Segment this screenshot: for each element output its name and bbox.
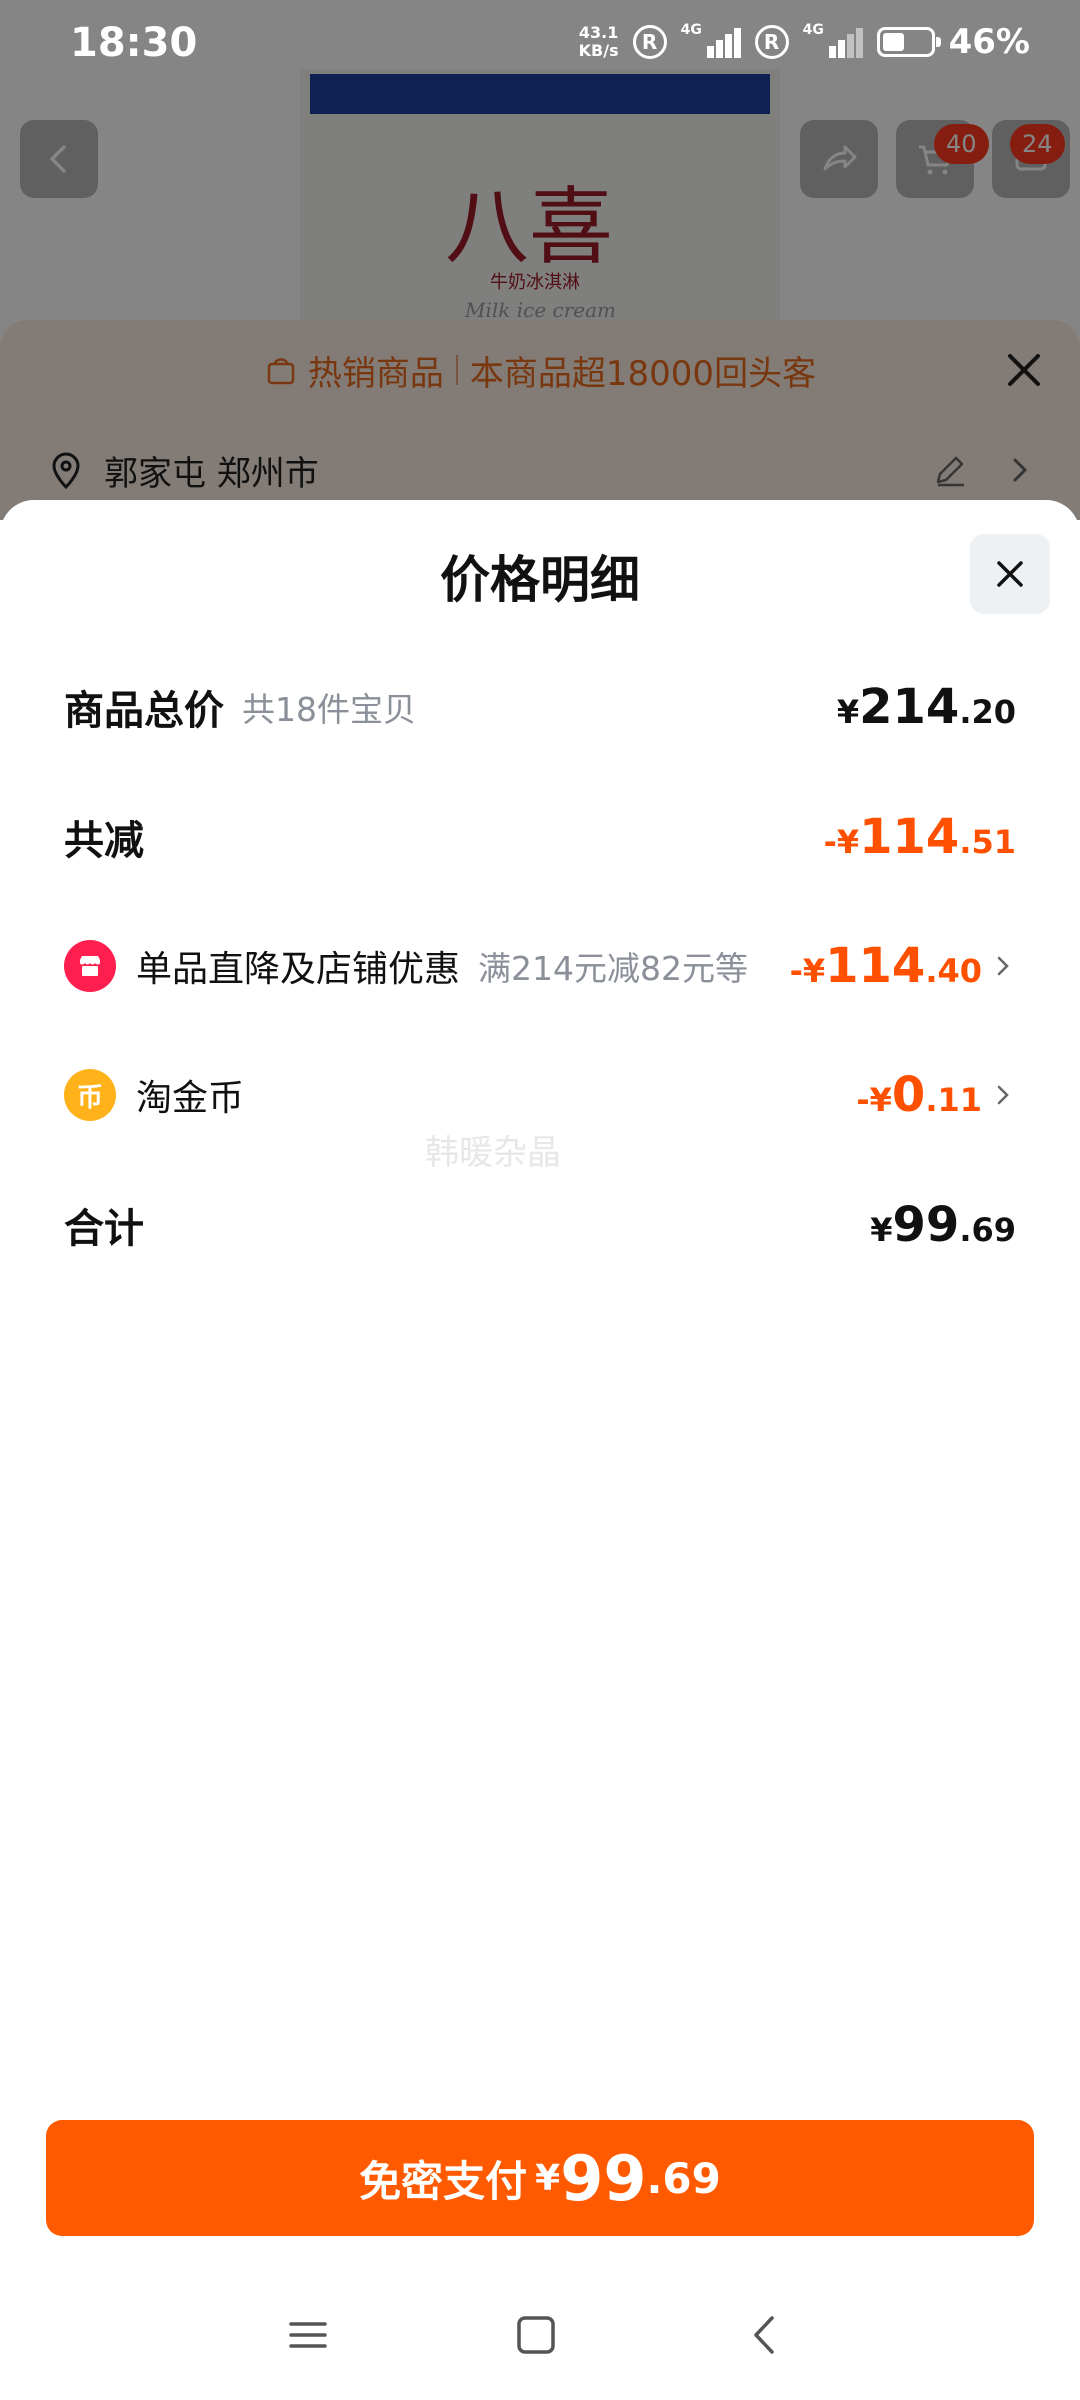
reduction-label: 共减 xyxy=(64,818,144,864)
coins-amount: -¥ 0 .11 xyxy=(856,1067,982,1123)
row-shop-discount[interactable]: 单品直降及店铺优惠 满214元减82元等 -¥ 114 .40 xyxy=(64,926,1016,1006)
sheet-title: 价格明细 xyxy=(440,551,640,609)
price-detail-sheet: 价格明细 商品总价 共18件宝贝 ¥ 214 .20 共减 -¥ 114 .51 xyxy=(0,500,1080,2400)
currency-symbol: ¥ xyxy=(836,693,860,731)
menu-icon[interactable] xyxy=(283,2310,333,2360)
roaming-r-icon: R xyxy=(632,25,667,59)
status-time: 18:30 xyxy=(70,20,198,66)
back-icon[interactable] xyxy=(740,2310,790,2360)
pay-label: 免密支付 xyxy=(359,2156,528,2206)
pay-currency: ¥ xyxy=(535,2157,561,2199)
shop-discount-amount: -¥ 114 .40 xyxy=(790,938,982,994)
chevron-right-icon xyxy=(997,1085,1009,1105)
network-speed-value: 43.1 xyxy=(578,23,619,42)
system-navigation-bar xyxy=(0,2290,1080,2380)
battery-icon xyxy=(876,27,941,57)
roaming-r-icon-2: R xyxy=(754,25,789,59)
status-bar: 18:30 43.1 KB/s R 4G R 4G 46% xyxy=(0,0,1080,90)
network-speed: 43.1 KB/s xyxy=(579,24,619,60)
row-total-price: 商品总价 共18件宝贝 ¥ 214 .20 xyxy=(64,667,1016,747)
signal-sim2-icon: 4G xyxy=(803,22,863,62)
sim2-label: 4G xyxy=(802,22,824,38)
amount-integer: 99 xyxy=(892,1197,960,1253)
home-icon[interactable] xyxy=(511,2310,561,2360)
amount-decimal: .40 xyxy=(925,952,982,990)
pay-button[interactable]: 免密支付 ¥ 99 .69 xyxy=(46,2120,1034,2236)
currency-symbol: -¥ xyxy=(823,823,860,861)
amount-integer: 114 xyxy=(859,809,960,865)
row-total-reduction: 共减 -¥ 114 .51 xyxy=(64,797,1016,877)
total-amount: ¥ 214 .20 xyxy=(837,679,1016,735)
shop-icon xyxy=(64,940,116,992)
watermark: 韩暖杂晶 xyxy=(425,1133,561,1173)
amount-decimal: .11 xyxy=(925,1081,982,1119)
amount-integer: 114 xyxy=(825,938,926,994)
store-icon xyxy=(80,956,100,976)
amount-decimal: .20 xyxy=(959,693,1016,731)
total-count: 共18件宝贝 xyxy=(242,690,416,729)
signal-sim1-icon: 4G xyxy=(681,22,741,62)
amount-integer: 0 xyxy=(891,1067,926,1123)
amount-integer: 214 xyxy=(859,679,960,735)
currency-symbol: -¥ xyxy=(856,1081,892,1119)
coin-glyph: 币 xyxy=(76,1082,103,1113)
grand-total-amount: ¥ 99 .69 xyxy=(870,1197,1016,1253)
amount-decimal: .69 xyxy=(959,1211,1016,1249)
chevron-right-icon xyxy=(997,956,1009,976)
row-taobao-coins[interactable]: 币 淘金币 -¥ 0 .11 xyxy=(64,1055,1016,1135)
grand-total-label: 合计 xyxy=(64,1206,144,1252)
sheet-close-button[interactable] xyxy=(970,534,1050,614)
shop-discount-desc: 满214元减82元等 xyxy=(478,949,748,988)
pay-amount-decimal: .69 xyxy=(646,2153,721,2203)
close-icon xyxy=(997,561,1023,587)
shop-discount-label: 单品直降及店铺优惠 xyxy=(136,949,461,990)
pay-amount-integer: 99 xyxy=(560,2141,647,2215)
sim1-label: 4G xyxy=(680,22,702,38)
total-label: 商品总价 xyxy=(64,688,224,734)
network-speed-unit: KB/s xyxy=(578,41,619,60)
reduction-amount: -¥ 114 .51 xyxy=(824,809,1016,865)
currency-symbol: -¥ xyxy=(789,952,826,990)
row-grand-total: 合计 ¥ 99 .69 xyxy=(64,1185,1016,1265)
battery-fill xyxy=(882,33,904,51)
currency-symbol: ¥ xyxy=(870,1211,893,1249)
amount-decimal: .51 xyxy=(959,823,1016,861)
status-icons: 43.1 KB/s R 4G R 4G 46% xyxy=(579,22,1030,62)
coin-icon: 币 xyxy=(64,1069,116,1121)
coins-label: 淘金币 xyxy=(136,1078,245,1119)
battery-percent: 46% xyxy=(948,22,1030,62)
